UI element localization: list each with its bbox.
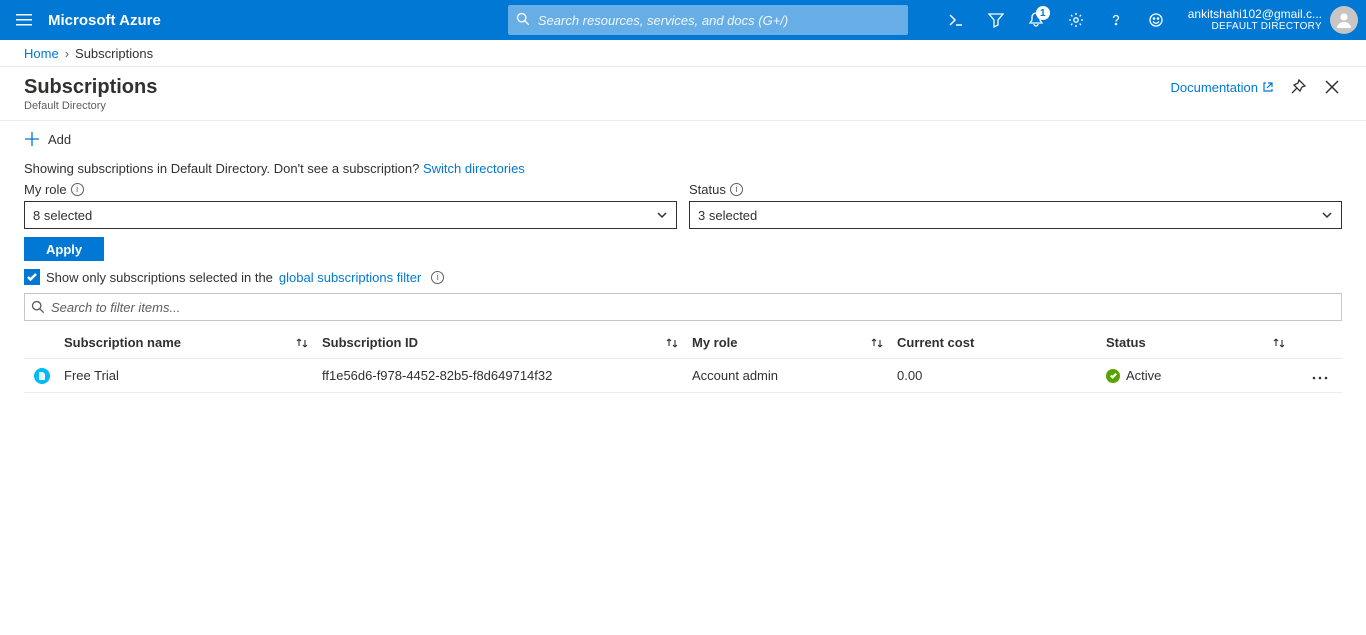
breadcrumb-current: Subscriptions (75, 46, 153, 61)
table-filter-input[interactable] (51, 300, 1335, 315)
checkbox-text: Show only subscriptions selected in the (46, 270, 273, 285)
cell-role: Account admin (692, 368, 778, 383)
sort-button[interactable] (294, 335, 310, 351)
sort-button[interactable] (664, 335, 680, 351)
info-icon[interactable]: i (730, 183, 743, 196)
col-header-cost[interactable]: Current cost (897, 335, 974, 350)
global-filter-checkbox-row: Show only subscriptions selected in the … (0, 267, 1366, 293)
cell-name: Free Trial (64, 368, 119, 383)
brand[interactable]: Microsoft Azure (48, 12, 181, 29)
switch-directories-link[interactable]: Switch directories (423, 161, 525, 176)
hamburger-icon (16, 12, 32, 28)
filter-icon (988, 12, 1004, 28)
avatar (1330, 6, 1358, 34)
ellipsis-icon (1312, 376, 1328, 380)
info-message-text: Showing subscriptions in Default Directo… (24, 161, 423, 176)
hamburger-menu[interactable] (0, 0, 48, 40)
global-subscriptions-filter-link[interactable]: global subscriptions filter (279, 270, 421, 285)
col-header-role[interactable]: My role (692, 335, 738, 350)
close-icon (1324, 79, 1340, 95)
notifications-button[interactable]: 1 (1016, 0, 1056, 40)
pin-icon (1290, 79, 1306, 95)
documentation-link[interactable]: Documentation (1171, 80, 1274, 95)
external-link-icon (1262, 81, 1274, 93)
feedback-button[interactable] (1136, 0, 1176, 40)
gear-icon (1068, 12, 1084, 28)
status-ok-icon (1106, 369, 1120, 383)
apply-button[interactable]: Apply (24, 237, 104, 261)
table-row[interactable]: Free Trial ff1e56d6-f978-4452-82b5-f8d64… (24, 359, 1342, 393)
role-filter-label: My role (24, 182, 67, 197)
row-more-button[interactable] (1304, 364, 1336, 387)
chevron-down-icon (656, 209, 668, 221)
cloud-shell-icon (948, 12, 964, 28)
role-filter-dropdown[interactable]: 8 selected (24, 201, 677, 229)
check-icon (26, 271, 38, 283)
status-filter-dropdown[interactable]: 3 selected (689, 201, 1342, 229)
search-icon (516, 12, 530, 29)
plus-icon (24, 131, 40, 147)
smiley-icon (1148, 12, 1164, 28)
col-header-name[interactable]: Subscription name (64, 335, 181, 350)
cell-status: Active (1126, 368, 1161, 383)
documentation-label: Documentation (1171, 80, 1258, 95)
account-menu[interactable]: ankitshahi102@gmail.c... DEFAULT DIRECTO… (1176, 6, 1366, 34)
sort-button[interactable] (869, 335, 885, 351)
global-search-input[interactable] (538, 13, 900, 28)
table-header: Subscription name Subscription ID My rol… (24, 327, 1342, 359)
notification-badge: 1 (1036, 6, 1050, 20)
cell-id: ff1e56d6-f978-4452-82b5-f8d649714f32 (322, 368, 552, 383)
chevron-down-icon (1321, 209, 1333, 221)
page-subtitle: Default Directory (24, 100, 1171, 112)
account-email: ankitshahi102@gmail.c... (1188, 8, 1322, 21)
info-message: Showing subscriptions in Default Directo… (0, 157, 1366, 182)
global-search[interactable] (508, 5, 908, 35)
breadcrumb: Home › Subscriptions (0, 40, 1366, 67)
col-header-status[interactable]: Status (1106, 335, 1146, 350)
person-icon (1334, 10, 1354, 30)
help-button[interactable] (1096, 0, 1136, 40)
filter-row: My role i 8 selected Status i 3 selected (0, 182, 1366, 229)
blade-header: Subscriptions Default Directory Document… (0, 67, 1366, 121)
global-filter-checkbox[interactable] (24, 269, 40, 285)
search-icon (31, 300, 45, 314)
breadcrumb-separator: › (65, 46, 69, 61)
account-directory: DEFAULT DIRECTORY (1188, 21, 1322, 32)
help-icon (1108, 12, 1124, 28)
col-header-id[interactable]: Subscription ID (322, 335, 418, 350)
toolbar: Add (0, 121, 1366, 157)
info-icon[interactable]: i (431, 271, 444, 284)
page-title: Subscriptions (24, 75, 1171, 99)
status-filter-value: 3 selected (698, 208, 757, 223)
role-filter-value: 8 selected (33, 208, 92, 223)
table-filter-search[interactable] (24, 293, 1342, 321)
breadcrumb-home[interactable]: Home (24, 46, 59, 61)
sort-button[interactable] (1271, 335, 1287, 351)
close-button[interactable] (1322, 77, 1342, 97)
add-button[interactable]: Add (24, 127, 71, 151)
cell-cost: 0.00 (897, 368, 922, 383)
status-filter-label: Status (689, 182, 726, 197)
add-label: Add (48, 132, 71, 147)
subscription-icon (34, 368, 50, 384)
subscriptions-table: Subscription name Subscription ID My rol… (24, 327, 1342, 393)
pin-button[interactable] (1288, 77, 1308, 97)
settings-button[interactable] (1056, 0, 1096, 40)
directory-filter-button[interactable] (976, 0, 1016, 40)
top-header: Microsoft Azure 1 (0, 0, 1366, 40)
info-icon[interactable]: i (71, 183, 84, 196)
cloud-shell-button[interactable] (936, 0, 976, 40)
